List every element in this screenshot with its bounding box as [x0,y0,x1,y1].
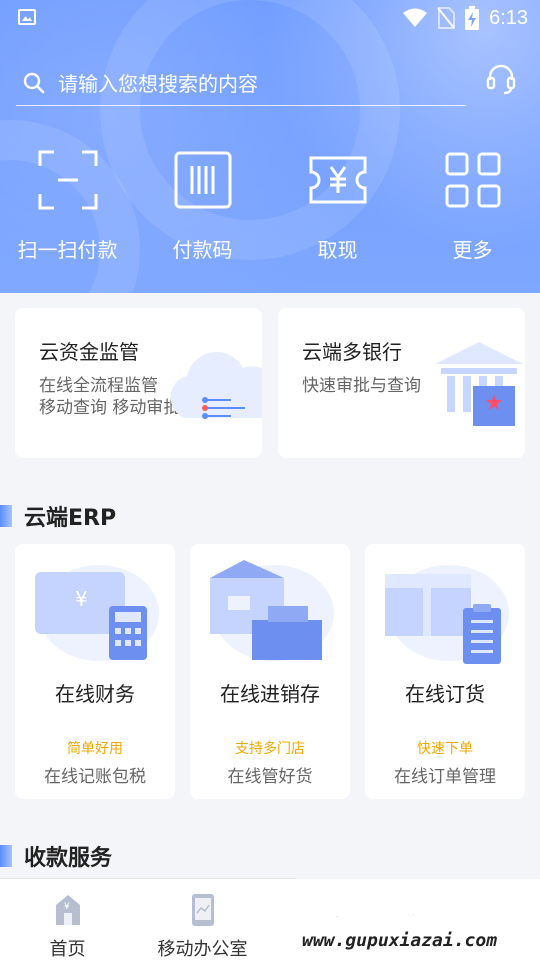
erp-card-inventory[interactable]: 在线进销存 支持多门店 在线管好货 [190,544,350,799]
card-subtitle: 移动查询 移动审批 [39,398,181,418]
card-cloud-multi-bank[interactable]: 云端多银行 快速审批与查询 [278,308,525,458]
card-title: 云资金监管 [39,340,139,364]
card-subtitle: 快速审批与查询 [302,376,421,396]
nav-item-mobile-office[interactable]: 移动办公室 [135,879,270,960]
wifi-icon [403,8,428,27]
section-title-collection: 收款服务 [0,840,112,872]
finance-calculator-icon: ¥ [35,565,159,661]
svg-text:¥: ¥ [75,587,88,611]
quick-action-label: 付款码 [172,238,233,262]
erp-card-title: 在线订货 [405,682,485,706]
warehouse-icon [210,560,334,661]
erp-card-desc: 在线订单管理 [394,767,496,787]
nav-item-home[interactable]: ¥ 首页 [0,879,135,960]
quick-action-more[interactable]: 更多 [405,150,540,263]
erp-card-desc: 在线记账包税 [44,767,146,787]
nav-item-label: 移动办公室 [157,939,248,960]
scan-icon [38,150,97,210]
image-icon [18,9,36,25]
erp-card-title: 在线进销存 [220,682,320,706]
erp-card-desc: 在线管好货 [227,767,313,787]
nav-item-label: 首页 [49,939,86,960]
quick-action-label: 扫一扫付款 [17,238,118,262]
grid-icon [445,152,500,208]
quick-action-paycode[interactable]: 付款码 [135,150,270,263]
watermark: 谷普软件园 www.gupuxiazai.com [296,878,540,960]
clock: 6:13 [489,6,528,29]
quick-action-label: 更多 [452,238,493,262]
card-cloud-fund-supervision[interactable]: 云资金监管 在线全流程监管 移动查询 移动审批 [15,308,262,458]
section-title-text: 云端ERP [24,506,117,531]
erp-card-ordering[interactable]: 在线订货 快速下单 在线订单管理 [365,544,525,799]
bank-building-icon [435,342,523,426]
search-input[interactable]: 请输入您想搜索的内容 [16,60,466,106]
battery-charging-icon [465,6,480,30]
no-sim-icon [437,7,456,29]
card-subtitle: 在线全流程监管 [39,376,158,396]
erp-card-tag: 简单好用 [67,741,123,757]
yuan-ticket-icon [309,156,366,204]
card-title: 云端多银行 [302,340,402,364]
section-title-erp: 云端ERP [0,500,116,532]
header-banner: 6:13 请输入您想搜索的内容 扫一扫付款 付款码 取现 更多 [0,0,540,293]
section-title-text: 收款服务 [24,846,113,871]
erp-card-finance[interactable]: ¥ 在线财务 简单好用 在线记账包税 [15,544,175,799]
erp-card-tag: 快速下单 [417,741,473,757]
search-placeholder: 请输入您想搜索的内容 [58,72,258,96]
erp-card-tag: 支持多门店 [235,741,305,757]
tablet-icon [191,894,214,926]
quick-action-label: 取现 [317,238,358,262]
section-accent-bar [0,845,12,867]
barcode-icon [174,151,231,209]
quick-action-withdraw[interactable]: 取现 [270,150,405,263]
section-accent-bar [0,505,12,527]
watermark-url: www.gupuxiazai.com [302,930,498,951]
quick-action-scan[interactable]: 扫一扫付款 [0,150,135,263]
order-box-clipboard-icon [385,565,509,664]
headset-icon[interactable] [486,64,516,96]
status-bar: 6:13 [0,0,540,36]
svg-text:¥: ¥ [64,902,70,912]
home-building-icon: ¥ [55,895,80,925]
erp-card-title: 在线财务 [55,682,135,706]
search-icon [23,72,45,93]
cloud-circuit-icon [170,351,262,419]
